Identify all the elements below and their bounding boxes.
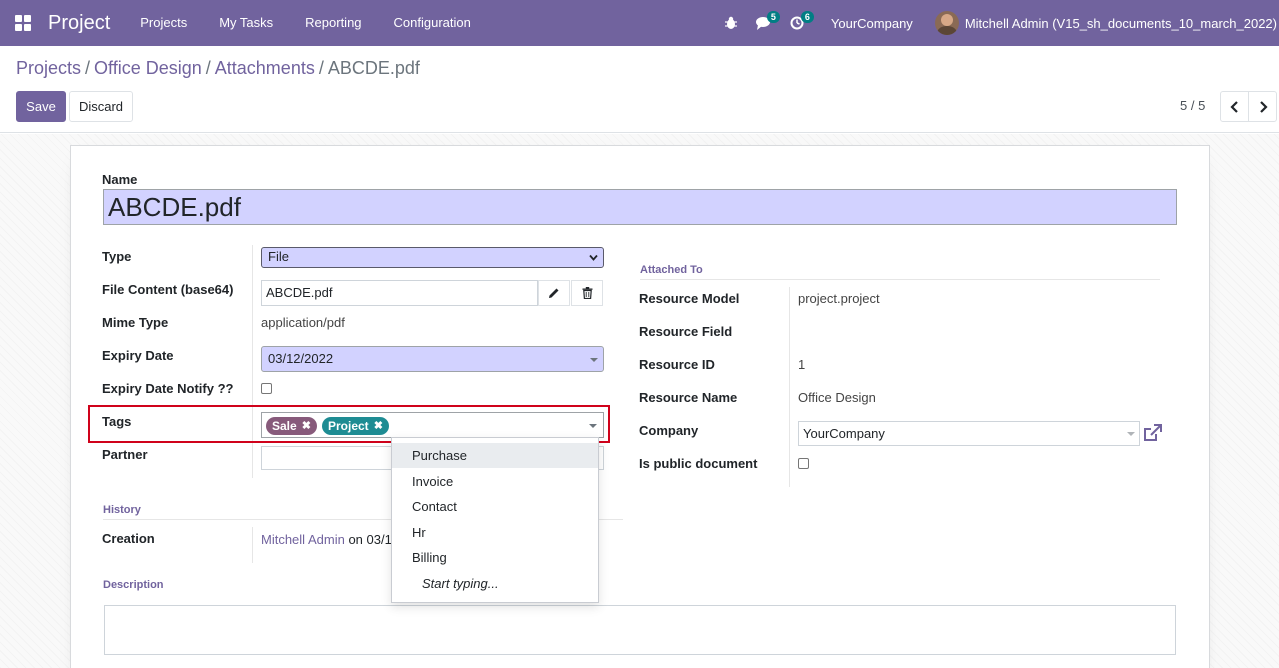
is-public-label: Is public document [639, 456, 758, 471]
save-button[interactable]: Save [16, 91, 66, 122]
close-icon[interactable]: ✖ [374, 417, 383, 435]
activities-badge: 6 [800, 11, 814, 23]
messages-badge: 5 [766, 11, 780, 23]
mime-type-value: application/pdf [261, 315, 345, 330]
expiry-date-value: 03/12/2022 [268, 351, 334, 366]
history-section-title: History [103, 504, 141, 516]
breadcrumb-projects[interactable]: Projects [16, 58, 81, 79]
creation-user-link[interactable]: Mitchell Admin [261, 532, 345, 547]
resource-model-value: project.project [798, 291, 880, 306]
bug-icon[interactable] [715, 0, 747, 46]
expiry-notify-label: Expiry Date Notify ?? [102, 381, 234, 396]
type-select[interactable]: File [261, 247, 604, 268]
chevron-left-icon [1229, 100, 1238, 113]
file-content-input[interactable]: ABCDE.pdf [261, 280, 538, 306]
menu-projects[interactable]: Projects [124, 0, 203, 46]
breadcrumb-attachments[interactable]: Attachments [215, 58, 315, 79]
creation-label: Creation [102, 531, 155, 546]
breadcrumb-separator: / [205, 58, 211, 78]
description-editor[interactable] [104, 605, 1176, 655]
breadcrumb-current: ABCDE.pdf [327, 58, 420, 78]
mime-type-label: Mime Type [102, 315, 169, 330]
creation-value: Mitchell Admin on 03/1 [261, 532, 392, 547]
expiry-notify-checkbox[interactable] [261, 383, 272, 394]
dropdown-option-hr[interactable]: Hr [392, 520, 598, 545]
resource-id-value: 1 [798, 357, 806, 372]
clock-icon[interactable]: 6 [781, 0, 814, 46]
dropdown-option-contact[interactable]: Contact [392, 494, 598, 519]
menu-reporting[interactable]: Reporting [289, 0, 377, 46]
resource-field-label: Resource Field [639, 324, 733, 339]
breadcrumb-office-design[interactable]: Office Design [94, 58, 202, 79]
tags-label: Tags [102, 414, 132, 429]
tag-project[interactable]: Project ✖ [322, 417, 389, 435]
expiry-date-label: Expiry Date [102, 348, 174, 363]
company-switcher[interactable]: YourCompany [813, 16, 935, 31]
company-value: YourCompany [803, 426, 885, 441]
date-caret-icon [590, 358, 598, 362]
dropdown-option-billing[interactable]: Billing [392, 545, 598, 570]
menu-configuration[interactable]: Configuration [378, 0, 487, 46]
dropdown-option-invoice[interactable]: Invoice [392, 469, 598, 494]
delete-file-button[interactable] [571, 280, 603, 306]
creation-date: on 03/1 [348, 532, 392, 547]
avatar [934, 11, 959, 35]
resource-id-label: Resource ID [639, 357, 715, 372]
control-panel: Projects / Office Design / Attachments /… [0, 46, 1279, 133]
company-label: Company [639, 423, 699, 438]
tags-input[interactable]: Sale ✖ Project ✖ [261, 412, 604, 438]
pager-previous-button[interactable] [1220, 91, 1249, 122]
external-link-icon[interactable] [1143, 424, 1162, 445]
app-title[interactable]: Project [48, 12, 110, 35]
expiry-date-input[interactable]: 03/12/2022 [261, 346, 604, 372]
pencil-icon [549, 288, 559, 298]
is-public-checkbox[interactable] [798, 458, 809, 469]
name-label: Name [102, 172, 138, 187]
user-name: Mitchell Admin (V15_sh_documents_10_marc… [964, 15, 1277, 31]
pager-value[interactable]: 5 / 5 [1180, 98, 1205, 113]
right-group-divider [789, 287, 790, 487]
apps-grid-icon[interactable] [0, 0, 46, 46]
chevron-down-icon [589, 254, 598, 261]
chevron-down-icon [1127, 432, 1135, 436]
partner-label: Partner [102, 447, 148, 462]
type-value: File [268, 249, 289, 264]
menu-my-tasks[interactable]: My Tasks [203, 0, 289, 46]
user-menu[interactable]: Mitchell Admin (V15_sh_documents_10_marc… [934, 11, 1279, 35]
resource-model-label: Resource Model [639, 291, 740, 306]
attached-to-divider [640, 279, 1160, 280]
breadcrumb: Projects / Office Design / Attachments /… [16, 58, 420, 79]
close-icon[interactable]: ✖ [302, 417, 311, 435]
pager-next-button[interactable] [1248, 91, 1277, 122]
dropdown-option-purchase[interactable]: Purchase [392, 443, 598, 468]
discard-button[interactable]: Discard [69, 91, 133, 122]
chevron-down-icon[interactable] [589, 424, 597, 428]
dropdown-hint: Start typing... [422, 576, 499, 591]
file-content-label: File Content (base64) [102, 282, 234, 297]
breadcrumb-separator: / [85, 58, 91, 78]
resource-name-label: Resource Name [639, 390, 738, 405]
left-group-divider [252, 245, 253, 478]
attached-to-section-title: Attached To [640, 264, 703, 276]
type-label: Type [102, 249, 132, 264]
resource-name-value: Office Design [798, 390, 876, 405]
description-section-title: Description [103, 579, 164, 591]
chat-icon[interactable]: 5 [747, 0, 781, 46]
name-input[interactable]: ABCDE.pdf [103, 189, 1177, 225]
tag-sale[interactable]: Sale ✖ [266, 417, 317, 435]
top-navbar: Project Projects My Tasks Reporting Conf… [0, 0, 1279, 46]
company-select[interactable]: YourCompany [798, 421, 1140, 446]
breadcrumb-separator: / [318, 58, 324, 78]
chevron-right-icon [1259, 100, 1268, 113]
edit-file-button[interactable] [538, 280, 570, 306]
history-group-divider [252, 527, 253, 563]
trash-icon [582, 287, 592, 299]
tag-project-label: Project [328, 419, 369, 433]
tag-sale-label: Sale [272, 419, 297, 433]
tags-dropdown: Purchase Invoice Contact Hr Billing Star… [391, 437, 599, 603]
